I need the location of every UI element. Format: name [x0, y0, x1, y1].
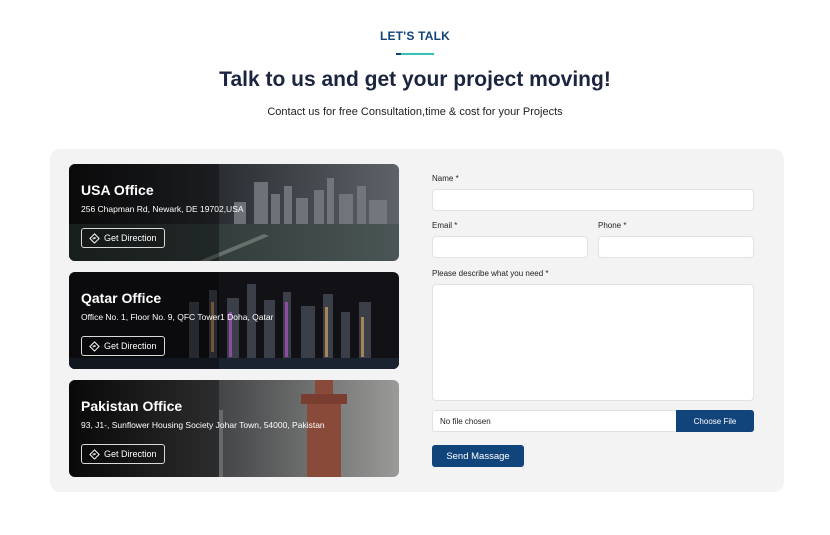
- phone-label: Phone *: [598, 221, 627, 230]
- email-label: Email *: [432, 221, 458, 230]
- description-textarea[interactable]: [432, 284, 754, 401]
- office-name: USA Office: [81, 182, 154, 198]
- get-direction-label: Get Direction: [104, 233, 157, 243]
- office-card-pakistan: Pakistan Office 93, J1-, Sunflower Housi…: [69, 380, 399, 477]
- eyebrow-underline: [396, 53, 434, 55]
- office-address: 93, J1-, Sunflower Housing Society Johar…: [81, 420, 325, 430]
- get-direction-button-pakistan[interactable]: Get Direction: [81, 444, 165, 464]
- office-card-usa: USA Office 256 Chapman Rd, Newark, DE 19…: [69, 164, 399, 261]
- email-field[interactable]: [432, 236, 588, 258]
- file-input[interactable]: No file chosen Choose File: [432, 410, 754, 432]
- section-title: Talk to us and get your project moving!: [219, 68, 611, 91]
- office-address: 256 Chapman Rd, Newark, DE 19702,USA: [81, 204, 244, 214]
- name-label: Name *: [432, 174, 459, 183]
- office-card-qatar: Qatar Office Office No. 1, Floor No. 9, …: [69, 272, 399, 369]
- section-subtitle: Contact us for free Consultation,time & …: [267, 106, 563, 118]
- direction-icon: [89, 340, 100, 352]
- choose-file-button[interactable]: Choose File: [676, 410, 754, 432]
- get-direction-button-qatar[interactable]: Get Direction: [81, 336, 165, 356]
- office-name: Pakistan Office: [81, 398, 183, 414]
- describe-label: Please describe what you need *: [432, 269, 549, 278]
- direction-icon: [89, 232, 100, 244]
- direction-icon: [89, 448, 100, 460]
- name-field[interactable]: [432, 189, 754, 211]
- get-direction-label: Get Direction: [104, 449, 157, 459]
- get-direction-button-usa[interactable]: Get Direction: [81, 228, 165, 248]
- phone-field[interactable]: [598, 236, 754, 258]
- section-eyebrow: LET'S TALK: [380, 29, 450, 43]
- file-status: No file chosen: [440, 417, 491, 426]
- office-name: Qatar Office: [81, 290, 162, 306]
- send-message-button[interactable]: Send Massage: [432, 445, 524, 467]
- office-address: Office No. 1, Floor No. 9, QFC Tower1 Do…: [81, 312, 274, 322]
- get-direction-label: Get Direction: [104, 341, 157, 351]
